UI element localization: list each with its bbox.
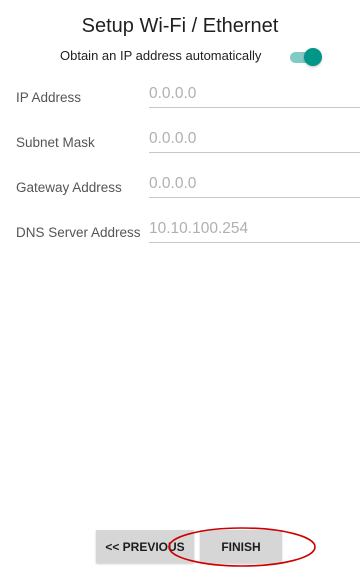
dhcp-toggle-switch[interactable] xyxy=(288,48,322,66)
wifi-ethernet-setup-screen: Setup Wi-Fi / Ethernet Obtain an IP addr… xyxy=(0,0,360,567)
subnet-mask-label: Subnet Mask xyxy=(16,135,95,150)
dns-server-address-label: DNS Server Address xyxy=(16,225,141,240)
dhcp-label: Obtain an IP address automatically xyxy=(60,48,262,63)
wizard-button-bar: << PREVIOUS FINISH xyxy=(96,530,286,563)
page-title: Setup Wi-Fi / Ethernet xyxy=(81,15,279,37)
ip-address-input[interactable] xyxy=(149,80,360,108)
gateway-address-label: Gateway Address xyxy=(16,180,122,195)
finish-button[interactable]: FINISH xyxy=(200,530,282,563)
toggle-thumb xyxy=(304,48,322,66)
dhcp-row: Obtain an IP address automatically xyxy=(0,44,360,68)
subnet-mask-input[interactable] xyxy=(149,125,360,153)
ip-address-label: IP Address xyxy=(16,90,82,105)
gateway-address-input[interactable] xyxy=(149,170,360,198)
dns-server-address-row: DNS Server Address xyxy=(0,211,360,247)
subnet-mask-row: Subnet Mask xyxy=(0,121,360,157)
previous-button[interactable]: << PREVIOUS xyxy=(96,530,194,563)
ip-address-row: IP Address xyxy=(0,76,360,112)
gateway-address-row: Gateway Address xyxy=(0,166,360,202)
dns-server-address-input[interactable] xyxy=(149,215,360,243)
